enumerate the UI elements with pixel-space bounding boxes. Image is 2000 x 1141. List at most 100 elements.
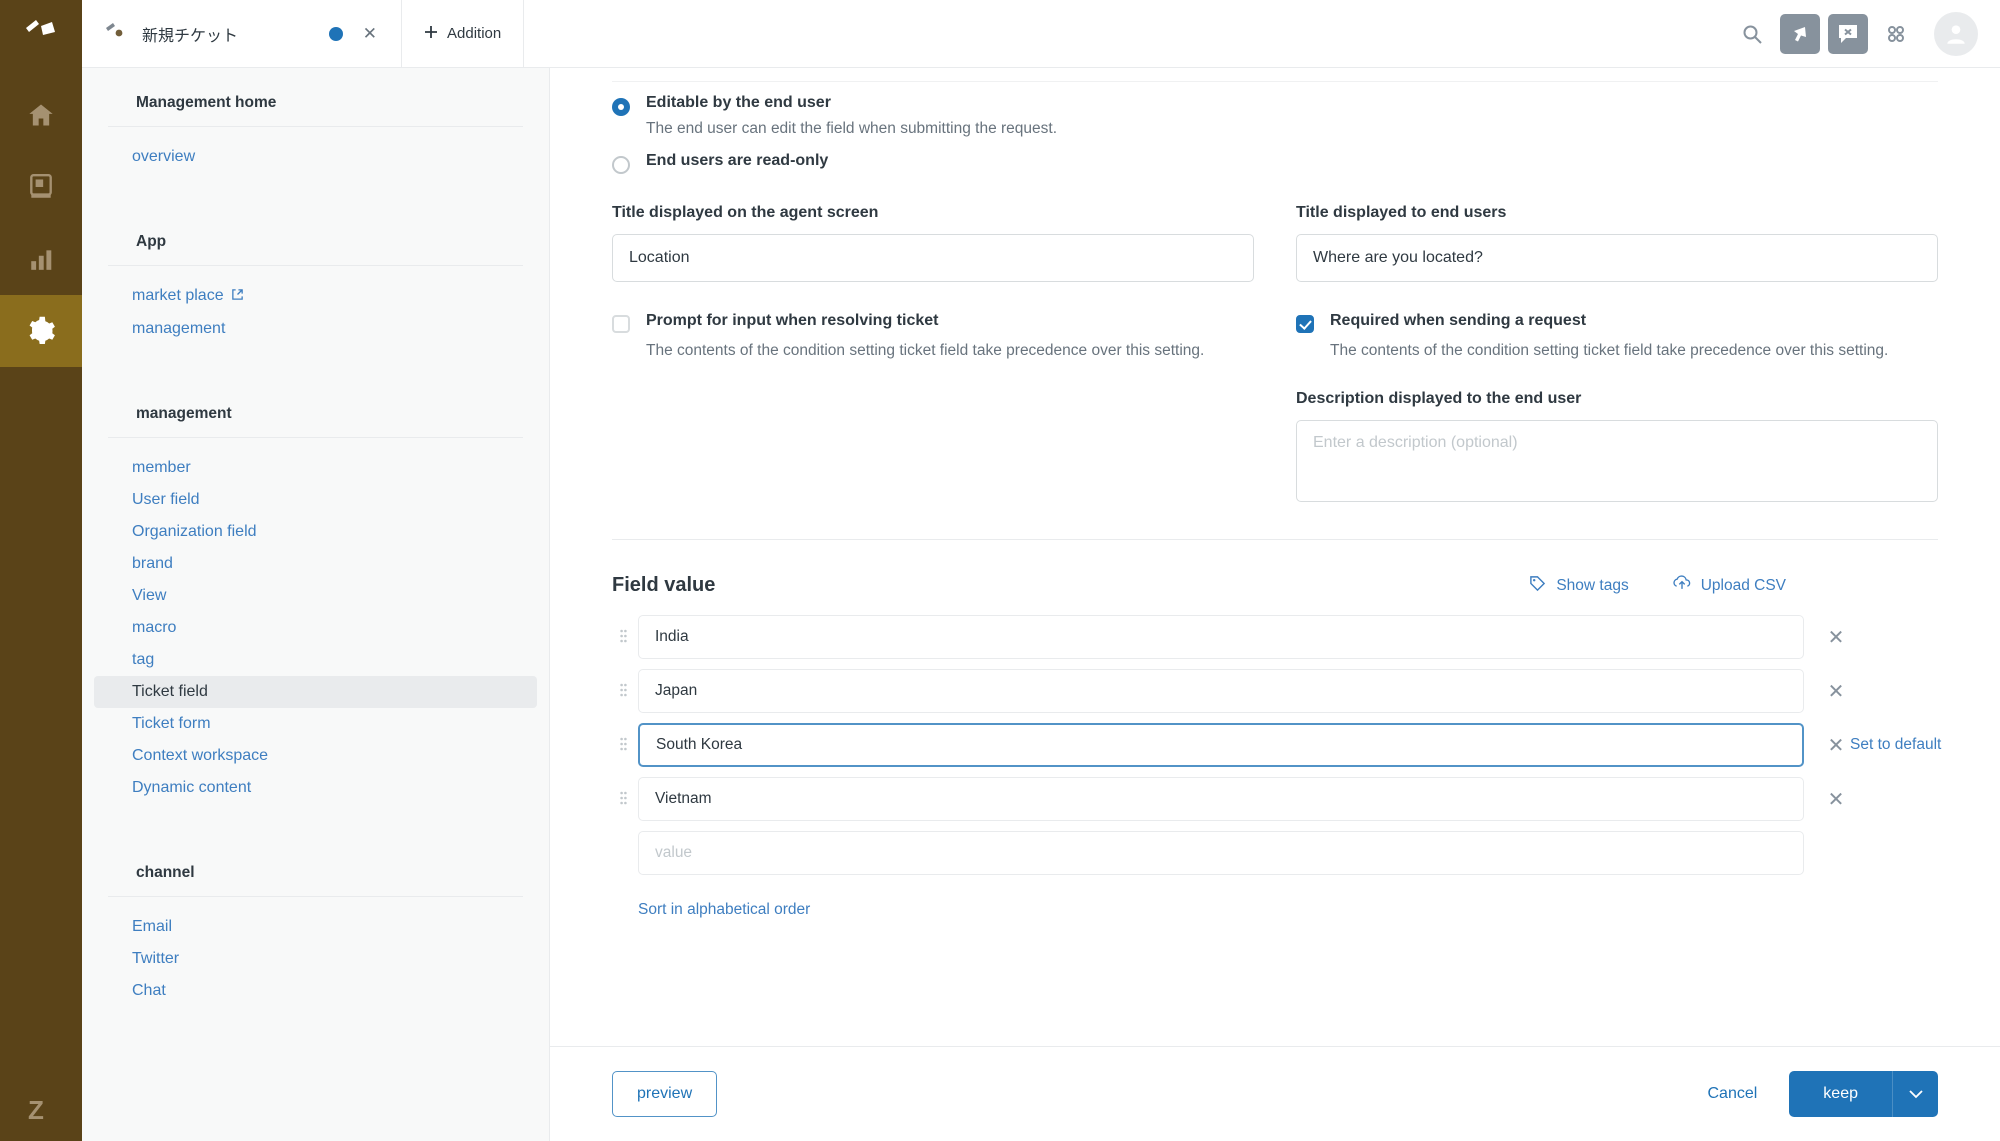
radio-editable[interactable] xyxy=(612,98,630,116)
prompt-on-solve-help: The contents of the condition setting ti… xyxy=(646,342,1205,359)
option-checkboxes-row: Prompt for input when resolving ticket T… xyxy=(612,282,1938,507)
close-icon[interactable]: ✕ xyxy=(359,25,381,42)
sidebar-item-ticket-form[interactable]: Ticket form xyxy=(94,708,537,740)
required-on-submit-help: The contents of the condition setting ti… xyxy=(1330,342,1889,359)
remove-value-icon[interactable]: ✕ xyxy=(1816,625,1856,650)
prompt-on-solve-row[interactable]: Prompt for input when resolving ticket xyxy=(612,312,1254,333)
clipped-row-top xyxy=(612,68,1938,82)
agent-title-group: Title displayed on the agent screen xyxy=(612,204,1254,282)
sidebar-item-macro[interactable]: macro xyxy=(94,612,537,644)
sidebar-item-brand[interactable]: brand xyxy=(94,548,537,580)
remove-value-icon[interactable]: ✕ xyxy=(1816,679,1856,704)
radio-readonly[interactable] xyxy=(612,156,630,174)
rail-item-reporting[interactable] xyxy=(0,223,82,295)
field-value-input[interactable] xyxy=(638,669,1804,714)
sidebar-item-chat[interactable]: Chat xyxy=(94,975,537,1007)
rail-item-home[interactable] xyxy=(0,79,82,151)
required-on-submit-row[interactable]: Required when sending a request xyxy=(1296,312,1938,333)
sidebar-item-market-place[interactable]: market place xyxy=(94,280,537,313)
upload-csv-label: Upload CSV xyxy=(1700,576,1786,594)
chat-bubble-icon[interactable] xyxy=(1828,13,1868,54)
drag-handle-icon[interactable] xyxy=(612,737,634,753)
body-split: Management home overview App market plac… xyxy=(82,68,2000,1141)
sidebar-item-app-management[interactable]: management xyxy=(94,313,537,345)
radio-editable-help: The end user can edit the field when sub… xyxy=(646,120,1057,137)
add-tab-button[interactable]: Addition xyxy=(402,0,525,67)
book-icon xyxy=(30,173,52,198)
rail-item-knowledge[interactable] xyxy=(0,151,82,223)
enduser-title-input[interactable] xyxy=(1296,234,1938,282)
sidebar-item-twitter[interactable]: Twitter xyxy=(94,943,537,975)
rail-item-admin[interactable] xyxy=(0,295,82,367)
description-textarea[interactable] xyxy=(1296,420,1938,503)
tag-icon xyxy=(1529,575,1546,597)
keep-dropdown-button[interactable] xyxy=(1892,1071,1938,1117)
agent-title-input[interactable] xyxy=(612,234,1254,282)
field-value-row: ✕ xyxy=(612,669,1938,714)
cursor-arrow-icon[interactable] xyxy=(1780,13,1820,54)
drag-handle-icon[interactable] xyxy=(612,629,634,645)
field-value-input[interactable] xyxy=(638,777,1804,822)
upload-icon xyxy=(1673,575,1691,597)
drag-handle-icon[interactable] xyxy=(612,791,634,807)
apps-grid-icon[interactable] xyxy=(1876,14,1916,54)
sidebar-item-dynamic-content[interactable]: Dynamic content xyxy=(94,772,537,804)
show-tags-label: Show tags xyxy=(1556,576,1629,594)
form-footer: preview Cancel keep xyxy=(550,1046,2000,1141)
avatar[interactable] xyxy=(1934,11,1978,56)
sidebar-heading-management-home: Management home xyxy=(108,82,523,127)
prompt-on-solve-label: Prompt for input when resolving ticket xyxy=(646,312,939,329)
field-value-input-focused[interactable] xyxy=(638,723,1804,768)
enduser-title-group: Title displayed to end users xyxy=(1296,204,1938,282)
form-scroll-area: Editable by the end user The end user ca… xyxy=(550,68,2000,1046)
search-icon[interactable] xyxy=(1732,14,1772,54)
zendesk-logo-icon xyxy=(24,18,58,53)
section-divider xyxy=(612,539,1938,541)
field-value-row-empty xyxy=(612,831,1938,876)
field-value-input[interactable] xyxy=(638,615,1804,660)
preview-button[interactable]: preview xyxy=(612,1071,718,1117)
top-actions xyxy=(1732,0,2000,67)
field-value-header: Field value Show tags Upload CSV xyxy=(612,574,1938,597)
field-value-actions: Show tags Upload CSV xyxy=(1529,575,1938,597)
sidebar-item-overview[interactable]: overview xyxy=(94,141,537,173)
agent-title-label: Title displayed on the agent screen xyxy=(612,204,879,221)
field-value-title: Field value xyxy=(612,574,716,597)
set-to-default-link[interactable]: Set to default xyxy=(1850,736,1941,754)
sidebar-heading-app: App xyxy=(108,211,523,266)
sidebar-item-ticket-field[interactable]: Ticket field xyxy=(94,676,537,708)
user-avatar-icon xyxy=(1947,24,1965,44)
sidebar-item-context-workspace[interactable]: Context workspace xyxy=(94,740,537,772)
permission-option-readonly[interactable]: End users are read-only xyxy=(612,152,1938,174)
title-fields-row: Title displayed on the agent screen Titl… xyxy=(612,204,1938,282)
bar-chart-icon xyxy=(31,250,52,270)
sidebar-item-label: market place xyxy=(132,287,224,304)
upload-csv-button[interactable]: Upload CSV xyxy=(1673,575,1786,597)
tab-new-ticket[interactable]: 新規チケット ✕ xyxy=(82,0,402,67)
sidebar-item-email[interactable]: Email xyxy=(94,911,537,943)
required-on-submit-checkbox[interactable] xyxy=(1296,315,1314,333)
sort-alphabetical-link[interactable]: Sort in alphabetical order xyxy=(638,901,810,919)
app-root: Z 新規チケット ✕ Addition Management home over… xyxy=(0,0,2000,1141)
sidebar-item-user-field[interactable]: User field xyxy=(94,484,537,516)
sidebar-item-organization-field[interactable]: Organization field xyxy=(94,516,537,548)
keep-button[interactable]: keep xyxy=(1789,1071,1892,1117)
field-value-row: ✕ xyxy=(612,615,1938,660)
prompt-on-solve-group: Prompt for input when resolving ticket T… xyxy=(612,282,1254,507)
field-value-input-new[interactable] xyxy=(638,831,1804,876)
sidebar-item-view[interactable]: View xyxy=(94,580,537,612)
enduser-title-label: Title displayed to end users xyxy=(1296,204,1507,221)
unsaved-dot-icon xyxy=(328,26,343,41)
sidebar-item-tag[interactable]: tag xyxy=(94,644,537,676)
save-split-button: keep xyxy=(1789,1071,1938,1117)
sidebar-item-member[interactable]: member xyxy=(94,452,537,484)
cancel-button[interactable]: Cancel xyxy=(1703,1079,1761,1109)
remove-value-icon[interactable]: ✕ xyxy=(1816,787,1856,812)
prompt-on-solve-checkbox[interactable] xyxy=(612,315,630,333)
permission-option-editable[interactable]: Editable by the end user xyxy=(612,94,1938,116)
show-tags-button[interactable]: Show tags xyxy=(1529,575,1629,597)
zendesk-z-icon: Z xyxy=(0,1093,82,1127)
drag-handle-icon[interactable] xyxy=(612,683,634,699)
external-link-icon xyxy=(231,288,244,306)
